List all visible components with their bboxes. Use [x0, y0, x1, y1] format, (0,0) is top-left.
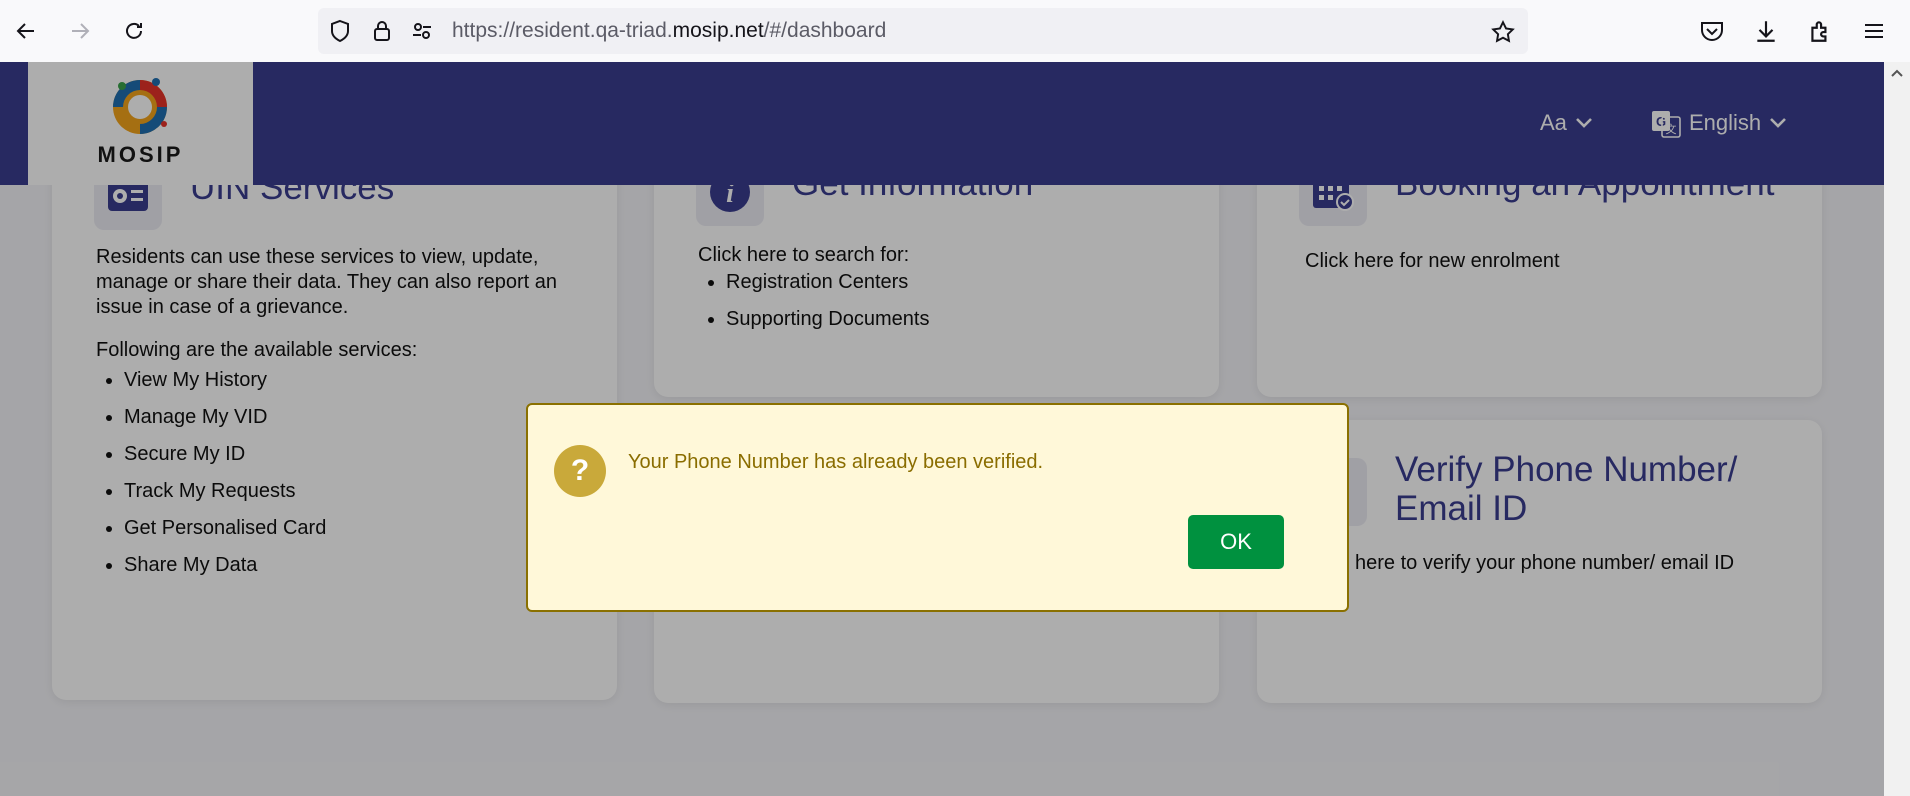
reload-icon[interactable] — [117, 14, 151, 48]
url-prefix: https://resident.qa-triad. — [452, 19, 673, 42]
forward-icon[interactable] — [63, 14, 97, 48]
bookmark-star-icon[interactable] — [1490, 19, 1516, 45]
url-suffix: /#/dashboard — [763, 19, 887, 42]
app-menu-icon[interactable] — [1860, 17, 1888, 45]
extensions-icon[interactable] — [1806, 17, 1834, 45]
scroll-up-arrow-icon[interactable] — [1890, 68, 1904, 78]
url-text[interactable]: https://resident.qa-triad.mosip.net/#/da… — [452, 8, 886, 54]
alert-dialog: ? Your Phone Number has already been ver… — [526, 403, 1349, 612]
address-bar[interactable]: https://resident.qa-triad.mosip.net/#/da… — [318, 8, 1528, 54]
ok-button[interactable]: OK — [1188, 515, 1284, 569]
pocket-icon[interactable] — [1698, 18, 1726, 44]
lock-icon[interactable] — [370, 19, 394, 43]
downloads-icon[interactable] — [1752, 17, 1780, 45]
browser-toolbar: https://resident.qa-triad.mosip.net/#/da… — [0, 0, 1910, 63]
question-icon: ? — [554, 445, 606, 497]
shield-icon[interactable] — [328, 19, 352, 43]
url-domain: mosip.net — [672, 19, 764, 42]
site-permissions-icon[interactable] — [410, 19, 434, 43]
dialog-message: Your Phone Number has already been verif… — [628, 451, 1044, 473]
back-icon[interactable] — [9, 14, 43, 48]
page-scrollbar[interactable] — [1884, 62, 1910, 796]
